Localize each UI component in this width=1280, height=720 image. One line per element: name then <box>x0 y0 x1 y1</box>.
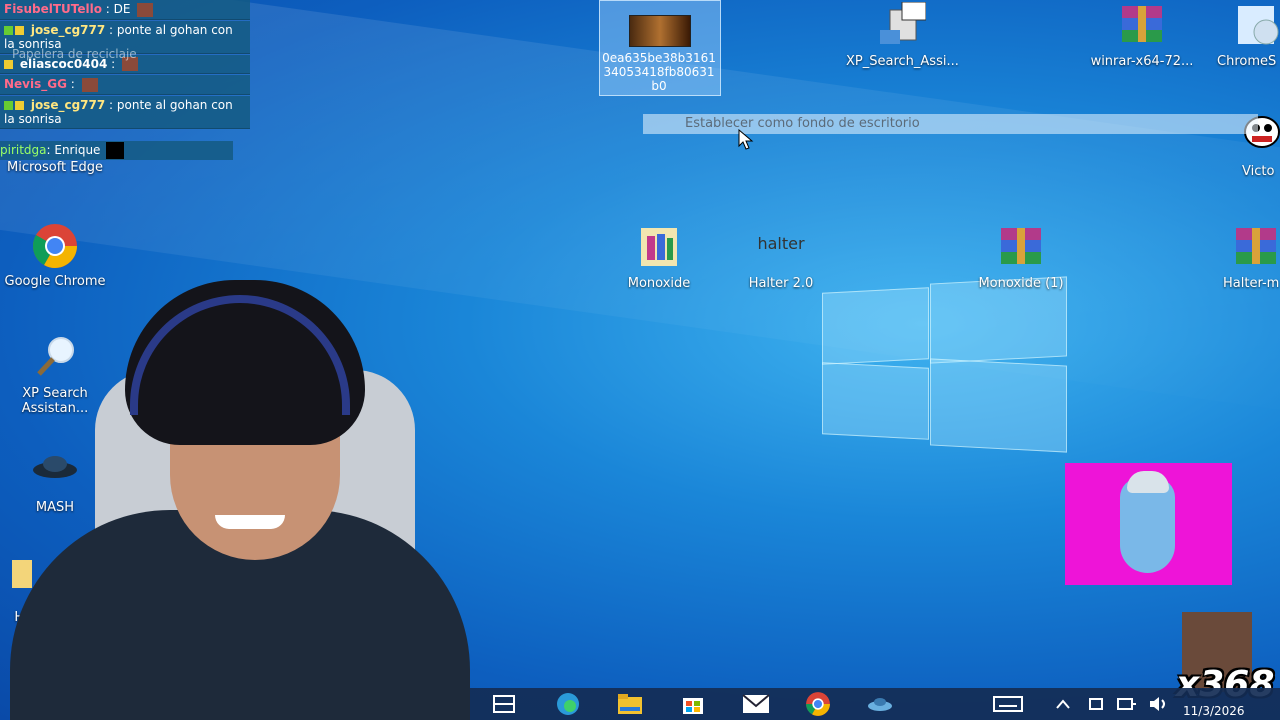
winrar-icon <box>1232 224 1280 272</box>
icon-label: ChromeS <box>1217 54 1277 69</box>
desktop-icon-xp-search-installer[interactable]: XP_Search_Assi... <box>846 1 959 69</box>
chat-message: Papelera de reciclaje eliascoc0404 : <box>0 47 250 74</box>
icon-label: Monoxide (1) <box>978 276 1064 291</box>
volume-tray-button[interactable] <box>1144 691 1174 717</box>
desktop-icon-image-selected[interactable]: 0ea635be38b316134053418fb80631b0 <box>599 0 721 96</box>
battery-tray-button[interactable] <box>1082 691 1110 717</box>
keyboard-icon <box>993 696 1023 712</box>
edge-icon <box>557 693 579 715</box>
task-view-icon <box>493 695 515 713</box>
badge-icon <box>15 100 24 110</box>
black-emote-icon <box>106 142 125 159</box>
halter-icon: halter <box>751 224 811 272</box>
volume-icon <box>1150 697 1165 711</box>
icon-label: XP_Search_Assi... <box>846 54 959 69</box>
taskbar <box>470 688 1280 720</box>
genie-overlay <box>1065 463 1232 585</box>
mash-taskbar-button[interactable] <box>860 691 900 717</box>
icon-label: 0ea635be38b316134053418fb80631b0 <box>602 51 716 93</box>
icon-label: Halter-m <box>1223 276 1280 291</box>
chat-username: jose_cg777 <box>30 97 106 112</box>
icon-label: Victo <box>1242 164 1275 179</box>
chrome-icon <box>31 222 79 270</box>
installer-icon <box>878 1 927 50</box>
taskbar-clock-date[interactable]: 11/3/2026 <box>1183 704 1245 718</box>
mail-icon <box>742 694 770 713</box>
keyboard-tray-button[interactable] <box>988 691 1028 717</box>
store-button[interactable] <box>673 691 713 717</box>
desktop-icon-halter[interactable]: halter Halter 2.0 <box>726 224 836 291</box>
chat-message-latest: piritdga: Enrique <box>0 141 233 160</box>
icon-label: winrar-x64-72... <box>1090 54 1194 69</box>
badge-icon <box>15 25 24 35</box>
recycle-bin-label-behind: Papelera de reciclaje <box>12 46 137 61</box>
desktop-icon-chromes[interactable]: ChromeS <box>1212 2 1280 69</box>
badge-icon <box>4 100 13 110</box>
set-as-wallpaper-hint[interactable]: Establecer como fondo de escritorio <box>643 114 1258 134</box>
show-hidden-icons-button[interactable] <box>1048 691 1078 717</box>
chat-message: Nevis_GG : <box>0 75 250 95</box>
chat-text: : Enrique <box>46 143 101 157</box>
chrome-icon <box>806 692 830 716</box>
mail-button[interactable] <box>736 691 776 717</box>
badge-icon <box>4 25 13 35</box>
task-view-button[interactable] <box>484 691 524 717</box>
emote-icon <box>137 2 154 17</box>
webcam-feed <box>0 280 475 720</box>
monoxide-icon <box>635 224 683 272</box>
file-explorer-button[interactable] <box>610 691 650 717</box>
emote-icon <box>81 77 98 92</box>
desktop-icon-monoxide-1[interactable]: Monoxide (1) <box>966 224 1076 291</box>
chat-username: jose_cg777 <box>30 22 106 37</box>
icon-label: Halter 2.0 <box>748 276 814 291</box>
chat-text: : DE <box>105 2 131 16</box>
desktop-icon-halter-m[interactable]: Halter-m <box>1210 224 1280 291</box>
streamer-smile <box>215 515 285 529</box>
icon-label: Microsoft Edge <box>6 160 103 175</box>
file-explorer-icon <box>618 694 642 714</box>
stream-chat-overlay: FisubelTUTello : DE jose_cg777 : ponte a… <box>0 0 250 130</box>
desktop-icon-winrar[interactable]: winrar-x64-72... <box>1086 2 1198 69</box>
chrome-taskbar-button[interactable] <box>798 691 838 717</box>
chevron-up-icon <box>1056 699 1070 709</box>
chat-message: FisubelTUTello : DE <box>0 0 250 20</box>
chat-text: : <box>70 77 75 91</box>
halter-glyph-text: halter <box>757 234 805 253</box>
windows-logo-wallpaper <box>822 276 1067 453</box>
battery-icon <box>1089 698 1103 710</box>
edge-taskbar-button[interactable] <box>548 691 588 717</box>
image-thumbnail-icon <box>629 15 691 47</box>
badge-icon <box>4 59 13 69</box>
desktop-icon-edge[interactable]: Microsoft Edge <box>0 160 110 175</box>
mash-icon <box>868 698 892 711</box>
mouse-cursor-icon <box>738 128 754 155</box>
chat-username: piritdga <box>0 143 47 157</box>
chat-username: Nevis_GG <box>4 77 67 91</box>
chat-username: FisubelTUTello <box>4 2 102 16</box>
winrar-icon <box>1118 2 1166 50</box>
disc-icon <box>1232 2 1280 50</box>
winrar-icon <box>997 224 1045 272</box>
store-icon <box>683 698 703 714</box>
network-icon <box>1117 698 1136 710</box>
desktop-icon-chrome[interactable]: Google Chrome <box>0 222 110 289</box>
genie-turban <box>1127 471 1169 493</box>
network-tray-button[interactable] <box>1112 691 1142 717</box>
icon-label: Monoxide <box>627 276 691 291</box>
chat-message: jose_cg777 : ponte al gohan con la sonri… <box>0 95 250 129</box>
desktop-icon-monoxide[interactable]: Monoxide <box>604 224 714 291</box>
